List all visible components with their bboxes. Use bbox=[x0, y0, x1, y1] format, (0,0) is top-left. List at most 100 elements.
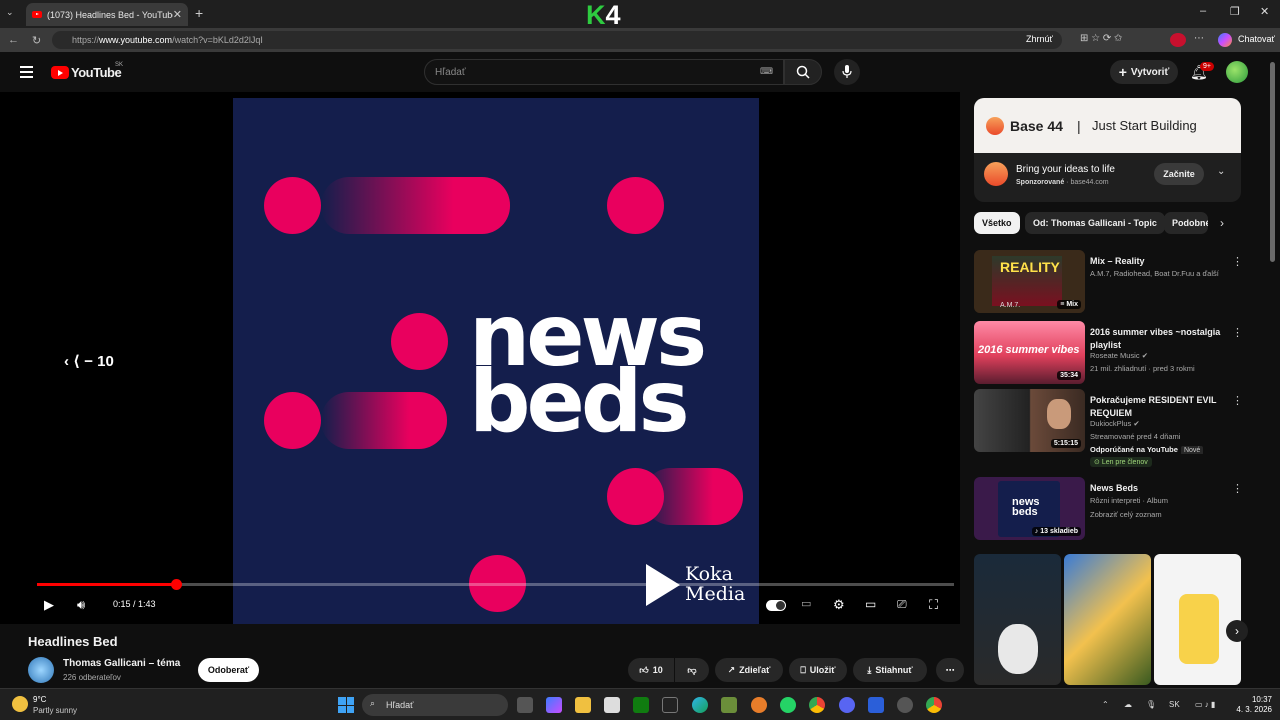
rec-more-icon[interactable]: ⋮ bbox=[1232, 255, 1243, 268]
youtube-logo-icon[interactable] bbox=[51, 66, 69, 79]
file-explorer-icon[interactable] bbox=[575, 697, 591, 713]
search-button[interactable] bbox=[784, 59, 822, 85]
view-full-playlist-link[interactable]: Zobraziť celý zoznam bbox=[1090, 510, 1240, 519]
close-window-icon[interactable]: ✕ bbox=[1260, 5, 1269, 18]
windows-taskbar: 9°C Partly sunny ⌕ Hľadať ⌃ ☁ 🎙︎ SK ▭ ♪ ▮… bbox=[0, 688, 1280, 720]
rec-title[interactable]: Mix – Reality bbox=[1090, 255, 1230, 268]
extensions-icon[interactable]: ⊞ ☆ ⟳ ✩ bbox=[1080, 33, 1122, 44]
like-button[interactable]: 👍︎ 10 bbox=[628, 658, 674, 682]
menu-dots-icon[interactable]: ⋯ bbox=[1194, 33, 1204, 44]
weather-icon[interactable] bbox=[12, 696, 28, 712]
rec-item[interactable]: news beds ♪ 13 skladieb News Beds Rôzni … bbox=[974, 477, 1244, 543]
play-icon[interactable]: ▶ bbox=[44, 597, 54, 613]
theater-mode-icon[interactable]: ▭ bbox=[865, 597, 876, 611]
rec-title[interactable]: Pokračujeme RESIDENT EVIL REQUIEM bbox=[1090, 394, 1230, 420]
account-avatar[interactable] bbox=[1226, 61, 1248, 83]
rec-more-icon[interactable]: ⋮ bbox=[1232, 394, 1243, 407]
bookmark-icon: ⎕ bbox=[800, 664, 806, 675]
settings-gear-icon[interactable]: ⚙ bbox=[833, 597, 845, 613]
tray-mic-icon[interactable]: 🎙︎ bbox=[1146, 700, 1156, 709]
short-thumbnail[interactable] bbox=[974, 554, 1061, 685]
copilot-icon[interactable] bbox=[1218, 33, 1232, 47]
windows-start-icon[interactable] bbox=[338, 697, 354, 713]
url-field[interactable]: https://www.youtube.com/watch?v=bKLd2d2l… bbox=[52, 31, 1062, 49]
rec-more-icon[interactable]: ⋮ bbox=[1232, 482, 1243, 495]
copilot-app-icon[interactable] bbox=[546, 697, 562, 713]
shorts-next-icon[interactable]: › bbox=[1226, 620, 1248, 642]
minimize-icon[interactable]: – bbox=[1200, 5, 1206, 17]
rec-item[interactable]: 5:15:15 Pokračujeme RESIDENT EVIL REQUIE… bbox=[974, 389, 1244, 469]
close-tab-icon[interactable]: ✕ bbox=[173, 8, 182, 21]
new-tab-icon[interactable]: + bbox=[195, 5, 203, 21]
download-button[interactable]: ⤓ Stiahnuť bbox=[853, 658, 927, 682]
rec-thumbnail[interactable]: 5:15:15 bbox=[974, 389, 1085, 452]
onedrive-icon[interactable]: ☁ bbox=[1124, 700, 1132, 709]
rec-item[interactable]: 2016 summer vibes 35:34 2016 summer vibe… bbox=[974, 321, 1244, 387]
dislike-button[interactable]: 👎︎ bbox=[675, 658, 709, 682]
maximize-icon[interactable]: ❐ bbox=[1230, 5, 1240, 18]
whatsapp-icon[interactable] bbox=[780, 697, 796, 713]
subscribe-button[interactable]: Odoberať bbox=[198, 658, 259, 682]
language-indicator[interactable]: SK bbox=[1169, 700, 1180, 709]
chat-button[interactable]: Chatovať bbox=[1238, 34, 1275, 44]
page-scrollbar[interactable] bbox=[1270, 62, 1275, 262]
rec-more-icon[interactable]: ⋮ bbox=[1232, 326, 1243, 339]
tab-list-icon[interactable]: ⌄ bbox=[6, 7, 14, 18]
xbox-icon[interactable] bbox=[633, 697, 649, 713]
voice-search-button[interactable] bbox=[834, 59, 860, 85]
search-input[interactable]: Hľadať ⌨ bbox=[424, 59, 784, 85]
keyboard-icon[interactable]: ⌨ bbox=[760, 66, 773, 77]
chrome-icon[interactable] bbox=[926, 697, 942, 713]
chrome-icon[interactable] bbox=[809, 697, 825, 713]
taskbar-search[interactable]: ⌕ Hľadať bbox=[362, 694, 508, 716]
browser-tab[interactable]: (1073) Headlines Bed - YouTube ✕ bbox=[26, 3, 188, 26]
volume-icon[interactable]: 🔊︎ bbox=[77, 597, 85, 613]
menu-hamburger-icon[interactable] bbox=[20, 66, 33, 81]
rec-thumbnail[interactable]: REALITY A.M.7. ≡ Mix bbox=[974, 250, 1085, 313]
create-button[interactable]: + Vytvoriť bbox=[1110, 60, 1178, 84]
autoplay-toggle[interactable] bbox=[766, 600, 786, 611]
more-actions-button[interactable]: ⋯ bbox=[936, 658, 964, 682]
ad-cta-button[interactable]: Začnite bbox=[1154, 163, 1204, 185]
rec-title[interactable]: 2016 summer vibes ~nostalgia playlist bbox=[1090, 326, 1230, 352]
youtube-logo-text[interactable]: YouTube bbox=[71, 65, 122, 80]
taskbar-clock[interactable]: 10:37 4. 3. 2026 bbox=[1232, 695, 1272, 715]
channel-avatar[interactable] bbox=[28, 657, 54, 683]
rec-item[interactable]: REALITY A.M.7. ≡ Mix Mix – Reality A.M.7… bbox=[974, 250, 1244, 316]
rec-thumbnail[interactable]: news beds ♪ 13 skladieb bbox=[974, 477, 1085, 540]
chip-all[interactable]: Všetko bbox=[974, 212, 1020, 234]
edge-icon[interactable] bbox=[692, 697, 708, 713]
back-icon[interactable]: ← bbox=[8, 34, 19, 46]
discord-icon[interactable] bbox=[839, 697, 855, 713]
minecraft-icon[interactable] bbox=[721, 697, 737, 713]
profile-flag-icon[interactable] bbox=[1170, 33, 1186, 47]
share-button[interactable]: ↗ Zdieľať bbox=[715, 658, 783, 682]
sponsored-ad[interactable]: Base 44 | Just Start Building Bring your… bbox=[974, 98, 1241, 202]
short-thumbnail[interactable] bbox=[1064, 554, 1151, 685]
fullscreen-icon[interactable]: ⛶ bbox=[929, 597, 938, 613]
network-volume-battery-icon[interactable]: ▭ ♪ ▮ bbox=[1195, 700, 1215, 709]
rec-title[interactable]: News Beds bbox=[1090, 482, 1230, 495]
cast-icon[interactable]: ⎚ bbox=[897, 597, 907, 612]
epic-games-icon[interactable] bbox=[662, 697, 678, 713]
task-view-icon[interactable] bbox=[517, 697, 533, 713]
tray-overflow-icon[interactable]: ⌃ bbox=[1102, 700, 1109, 709]
app-icon[interactable] bbox=[897, 697, 913, 713]
short-thumbnail[interactable] bbox=[1154, 554, 1241, 685]
reload-icon[interactable]: ↻ bbox=[32, 34, 41, 47]
channel-name[interactable]: Thomas Gallicani – téma bbox=[63, 658, 180, 669]
blender-icon[interactable] bbox=[751, 697, 767, 713]
rec-thumbnail[interactable]: 2016 summer vibes 35:34 bbox=[974, 321, 1085, 384]
chip-from-channel[interactable]: Od: Thomas Gallicani - Topic bbox=[1025, 212, 1165, 234]
chip-related[interactable]: Podobné bbox=[1164, 212, 1208, 234]
url-prefix: https:// bbox=[72, 35, 100, 45]
subtitles-icon[interactable]: ▭ bbox=[801, 597, 811, 610]
app-icon[interactable] bbox=[868, 697, 884, 713]
chips-next-icon[interactable]: › bbox=[1220, 216, 1224, 230]
progress-bar[interactable] bbox=[37, 579, 954, 590]
summarize-button[interactable]: Zhrnúť bbox=[1026, 34, 1053, 44]
chevron-down-icon[interactable]: ⌄ bbox=[1217, 166, 1225, 177]
ad-banner[interactable]: Base 44 | Just Start Building bbox=[974, 98, 1241, 153]
store-icon[interactable] bbox=[604, 697, 620, 713]
save-button[interactable]: ⎕ Uložiť bbox=[789, 658, 847, 682]
